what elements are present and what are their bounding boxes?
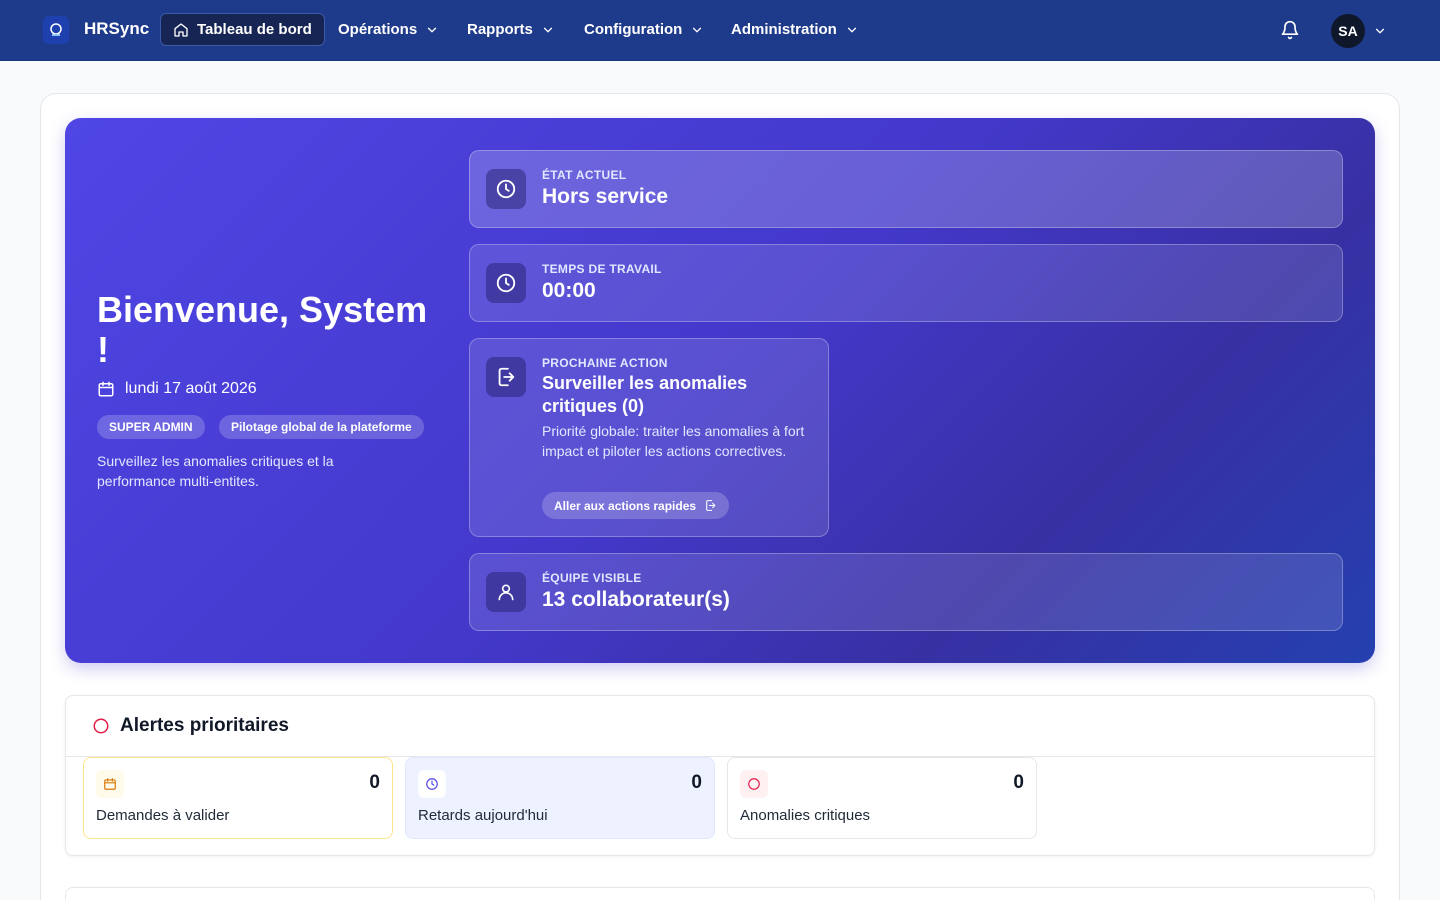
stat-visible-team-label: ÉQUIPE VISIBLE xyxy=(542,571,642,585)
nav-configuration[interactable]: Configuration xyxy=(572,13,716,46)
nav-reports-label: Rapports xyxy=(467,21,533,38)
stat-visible-team: ÉQUIPE VISIBLE 13 collaborateur(s) xyxy=(469,553,1343,631)
nav-reports[interactable]: Rapports xyxy=(455,13,567,46)
current-date: lundi 17 août 2026 xyxy=(97,380,257,398)
stat-current-state-label: ÉTAT ACTUEL xyxy=(542,168,627,182)
alert-label: Anomalies critiques xyxy=(740,807,871,824)
stat-current-state-value: Hors service xyxy=(542,185,669,208)
alert-card-critical-anomalies[interactable]: 0 Anomalies critiques xyxy=(727,757,1037,839)
stat-next-action-label: PROCHAINE ACTION xyxy=(542,356,668,370)
user-menu-chevron-icon[interactable] xyxy=(1373,24,1387,43)
nav-operations[interactable]: Opérations xyxy=(326,13,451,46)
clock-icon xyxy=(418,770,446,798)
clock-icon xyxy=(486,169,526,209)
app-logo-icon[interactable] xyxy=(43,16,69,44)
alert-card-late-today[interactable]: 0 Retards aujourd'hui xyxy=(405,757,715,839)
quick-actions-button-label: Aller aux actions rapides xyxy=(554,498,697,513)
priority-alerts-title: Alertes prioritaires xyxy=(120,715,289,736)
chevron-down-icon xyxy=(543,27,552,33)
role-badge: SUPER ADMIN xyxy=(97,415,205,439)
user-icon xyxy=(486,572,526,612)
priority-alerts-panel: Alertes prioritaires 0 Demandes à valide… xyxy=(65,695,1375,856)
nav-configuration-label: Configuration xyxy=(584,21,683,38)
stat-work-time-label: TEMPS DE TRAVAIL xyxy=(542,262,662,276)
notifications-bell-icon[interactable] xyxy=(1280,20,1300,45)
welcome-title: Bienvenue, System ! xyxy=(97,289,428,370)
stat-next-action: PROCHAINE ACTION Surveiller les anomalie… xyxy=(469,338,829,537)
brand-name[interactable]: HRSync xyxy=(84,19,149,39)
alert-label: Retards aujourd'hui xyxy=(418,807,548,824)
stat-work-time-value: 00:00 xyxy=(542,279,596,302)
chevron-down-icon xyxy=(847,27,856,33)
chevron-down-icon xyxy=(428,27,437,33)
alert-count: 0 xyxy=(1013,772,1024,793)
welcome-description: Surveillez les anomalies critiques et la… xyxy=(97,453,334,489)
scope-badge: Pilotage global de la plateforme xyxy=(219,415,424,439)
stat-visible-team-value: 13 collaborateur(s) xyxy=(542,588,730,611)
quick-actions-button[interactable]: Aller aux actions rapides xyxy=(542,492,730,519)
home-icon xyxy=(174,22,188,37)
stat-current-state: ÉTAT ACTUEL Hors service xyxy=(469,150,1343,228)
nav-operations-label: Opérations xyxy=(338,21,418,38)
nav-administration[interactable]: Administration xyxy=(719,13,871,46)
nav-dashboard[interactable]: Tableau de bord xyxy=(160,13,325,46)
login-icon xyxy=(486,357,526,397)
stat-next-action-description: Priorité globale: traiter les anomalies … xyxy=(542,423,805,459)
login-icon xyxy=(706,500,716,511)
user-avatar[interactable]: SA xyxy=(1331,14,1365,48)
nav-administration-label: Administration xyxy=(731,21,837,38)
alert-count: 0 xyxy=(691,772,702,793)
stat-work-time: TEMPS DE TRAVAIL 00:00 xyxy=(469,244,1343,322)
next-section-card xyxy=(65,887,1375,900)
welcome-hero: Bienvenue, System ! lundi 17 août 2026 S… xyxy=(65,118,1375,663)
chevron-down-icon xyxy=(693,27,702,33)
alert-circle-icon xyxy=(740,770,768,798)
current-date-text: lundi 17 août 2026 xyxy=(125,380,257,397)
calendar-icon xyxy=(98,381,114,397)
calendar-icon xyxy=(96,770,124,798)
top-navbar: HRSync Tableau de bord Opérations Rappor… xyxy=(0,0,1440,61)
nav-dashboard-label: Tableau de bord xyxy=(197,21,312,38)
stat-next-action-title: Surveiller les anomalies critiques (0) xyxy=(542,373,748,416)
priority-alerts-header: Alertes prioritaires xyxy=(66,696,1374,757)
alert-count: 0 xyxy=(369,772,380,793)
clock-icon xyxy=(486,263,526,303)
alert-circle-icon xyxy=(93,718,109,734)
alert-card-pending-requests[interactable]: 0 Demandes à valider xyxy=(83,757,393,839)
alert-label: Demandes à valider xyxy=(96,807,230,824)
